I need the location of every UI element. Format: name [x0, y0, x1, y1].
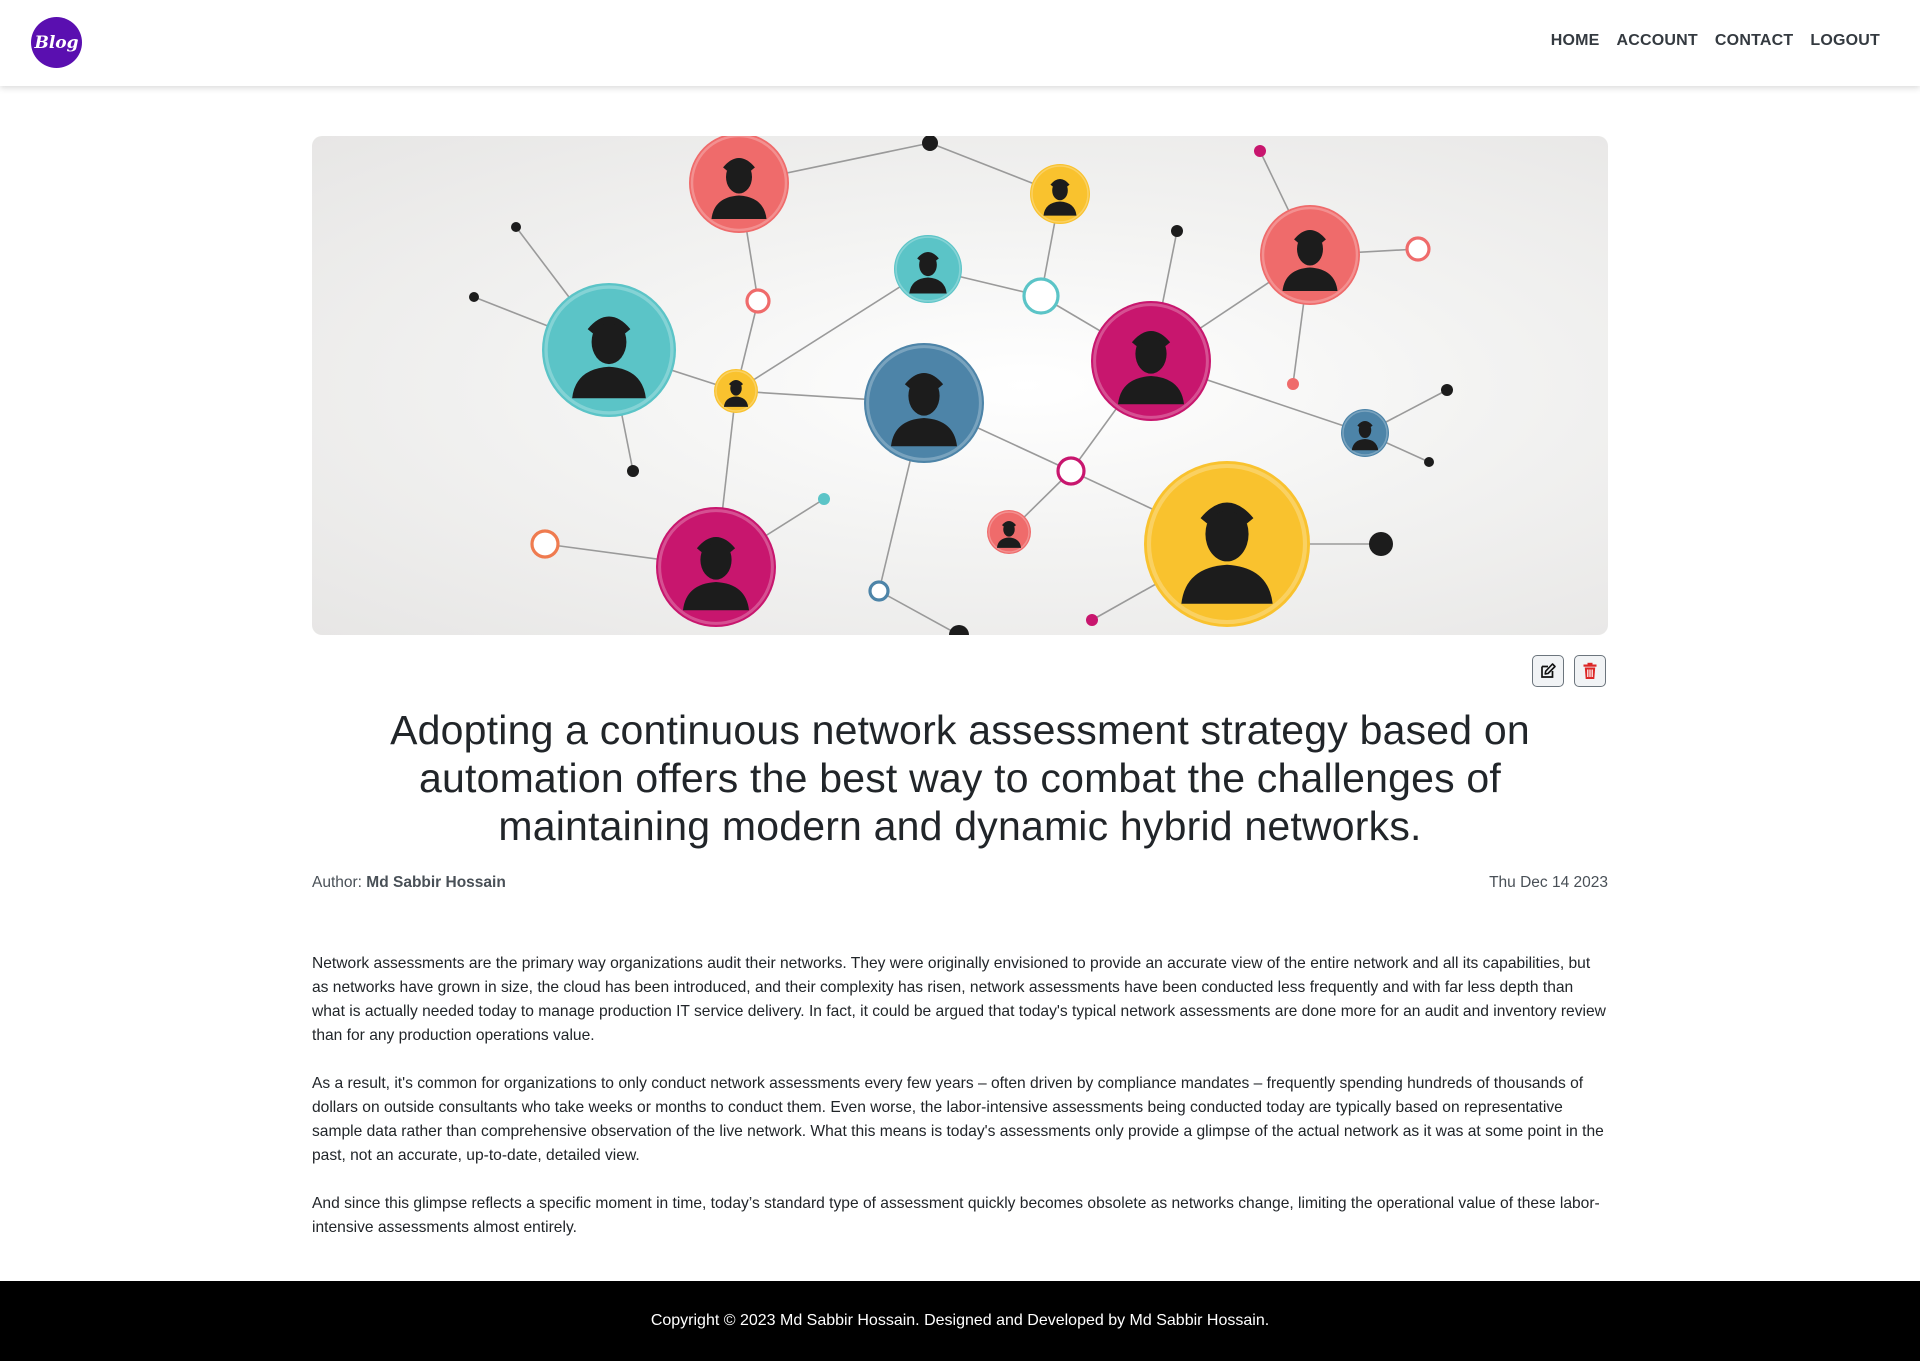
network-node-dot: [949, 625, 969, 635]
post-body: Network assessments are the primary way …: [312, 952, 1608, 1264]
post-actions: [1532, 655, 1606, 687]
person-avatar-icon: [1341, 409, 1389, 457]
network-node-dot: [1424, 457, 1434, 467]
people-network-illustration: [469, 136, 1453, 635]
nav-link-home[interactable]: HOME: [1551, 32, 1600, 50]
network-node-dot: [469, 292, 479, 302]
post-title: Adopting a continuous network assessment…: [390, 707, 1530, 849]
network-node-ring: [530, 529, 560, 559]
edit-post-button[interactable]: [1532, 655, 1564, 687]
network-node-dot: [1254, 145, 1266, 157]
network-node-dot: [1287, 378, 1299, 390]
network-node-dot: [818, 493, 830, 505]
trash-icon: [1583, 662, 1597, 679]
network-node-dot: [1369, 532, 1393, 556]
navbar: Blog HOME ACCOUNT CONTACT LOGOUT: [0, 0, 1920, 86]
network-node-dot: [1171, 225, 1183, 237]
footer: Copyright © 2023 Md Sabbir Hossain. Desi…: [0, 1281, 1920, 1361]
blog-logo[interactable]: Blog: [31, 17, 82, 68]
nav-link-account[interactable]: ACCOUNT: [1617, 32, 1698, 50]
network-node-dot: [1441, 384, 1453, 396]
network-node-dot: [1086, 614, 1098, 626]
network-node-ring: [868, 580, 890, 602]
post-paragraph: And since this glimpse reflects a specif…: [312, 1195, 1600, 1236]
person-avatar-icon: [894, 235, 962, 303]
network-node-dot: [627, 465, 639, 477]
person-avatar-icon: [987, 510, 1031, 554]
network-node-ring: [1405, 236, 1431, 262]
post-author: Author: Md Sabbir Hossain: [312, 874, 506, 892]
post-cover-image: [312, 136, 1608, 635]
network-node-dot: [922, 136, 938, 151]
person-avatar-icon: [864, 343, 984, 463]
nav-link-contact[interactable]: CONTACT: [1715, 32, 1793, 50]
network-node-ring: [1056, 456, 1086, 486]
post-paragraph: Network assessments are the primary way …: [312, 955, 1606, 1044]
person-avatar-icon: [1260, 205, 1360, 305]
person-avatar-icon: [1144, 461, 1310, 627]
network-node-ring: [745, 288, 771, 314]
edit-icon: [1541, 663, 1556, 678]
post-date: Thu Dec 14 2023: [1489, 874, 1608, 891]
network-node-dot: [511, 222, 521, 232]
person-avatar-icon: [689, 136, 789, 233]
person-avatar-icon: [1030, 164, 1090, 224]
author-name: Md Sabbir Hossain: [366, 874, 506, 891]
person-avatar-icon: [542, 283, 676, 417]
nav-links: HOME ACCOUNT CONTACT LOGOUT: [1551, 32, 1880, 50]
post-meta: Author: Md Sabbir Hossain Thu Dec 14 202…: [312, 874, 1608, 892]
person-avatar-icon: [1091, 301, 1211, 421]
post-paragraph: As a result, it's common for organizatio…: [312, 1075, 1604, 1164]
person-avatar-icon: [656, 507, 776, 627]
delete-post-button[interactable]: [1574, 655, 1606, 687]
network-link: [878, 590, 960, 635]
nav-link-logout[interactable]: LOGOUT: [1810, 32, 1880, 50]
author-label: Author:: [312, 874, 362, 891]
person-avatar-icon: [714, 369, 758, 413]
footer-copyright: Copyright © 2023 Md Sabbir Hossain. Desi…: [650, 1312, 1270, 1329]
network-node-ring: [1022, 277, 1060, 315]
